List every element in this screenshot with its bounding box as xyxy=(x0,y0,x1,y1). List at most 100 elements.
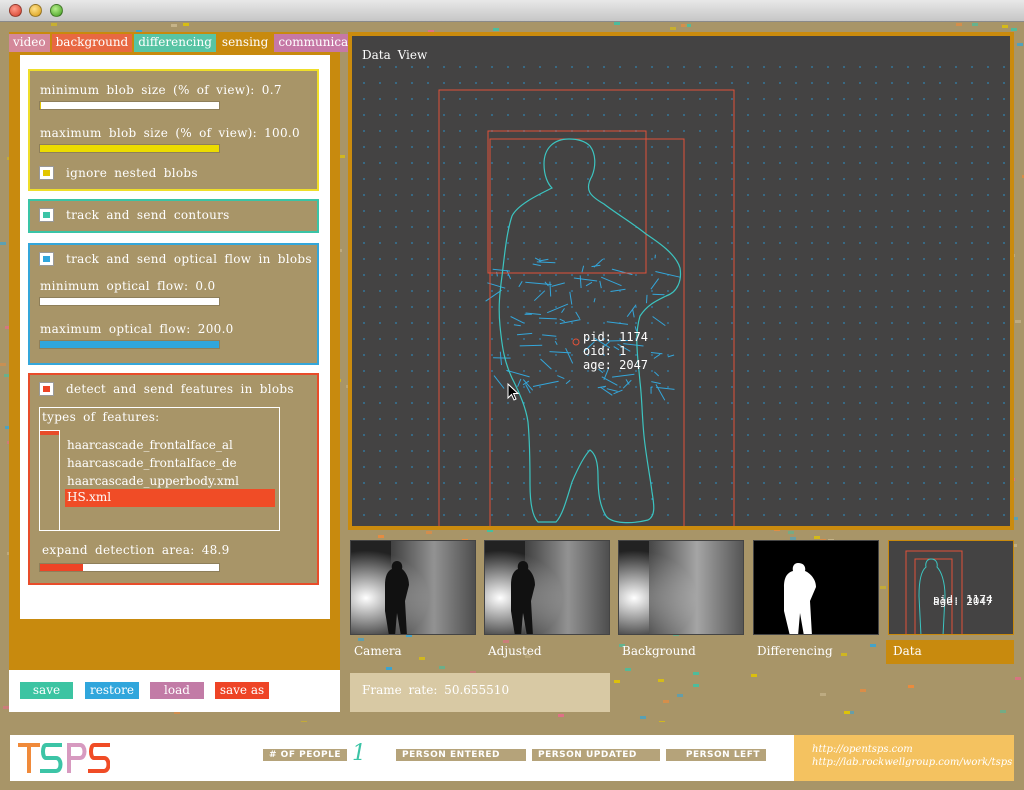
max-blob-size-slider[interactable] xyxy=(39,144,220,153)
flow-vector xyxy=(651,381,661,385)
pattern-dash xyxy=(956,23,962,26)
max-optical-flow-label: maximum optical flow: 200.0 xyxy=(40,322,234,336)
save-button[interactable]: save xyxy=(20,682,73,699)
save-as-button[interactable]: save as xyxy=(215,682,269,699)
tab-video[interactable]: video xyxy=(9,34,50,52)
expand-detection-slider[interactable] xyxy=(39,563,220,572)
window-titlebar xyxy=(0,0,1024,22)
flow-vector xyxy=(516,332,533,336)
pattern-dash xyxy=(1011,28,1017,31)
zoom-window-button[interactable] xyxy=(50,4,63,17)
flow-vector xyxy=(569,291,573,305)
flow-vector xyxy=(513,324,521,327)
footer: # OF PEOPLE 1 PERSON ENTERED PERSON UPDA… xyxy=(0,722,1024,790)
pattern-dash xyxy=(493,28,499,31)
data-view-panel: Data View pid: 1174 oid: 1 age: 2047 xyxy=(348,32,1014,530)
min-optical-flow-slider[interactable] xyxy=(39,297,220,306)
flow-vector xyxy=(600,386,613,396)
flow-vector xyxy=(650,352,663,355)
pattern-dash xyxy=(972,23,978,26)
rockwellgroup-link[interactable]: http://lab.rockwellgroup.com/work/tsps xyxy=(812,757,1012,768)
min-blob-size-label: minimum blob size (% of view): 0.7 xyxy=(40,83,282,97)
svg-text:age: 2047: age: 2047 xyxy=(933,595,993,608)
flow-vector xyxy=(559,318,566,323)
tsps-logo xyxy=(18,743,110,773)
person-info-label: pid: 1174 oid: 1 age: 2047 xyxy=(583,330,648,372)
differencing-thumbnail[interactable] xyxy=(753,540,879,635)
links-box: http://opentsps.com http://lab.rockwellg… xyxy=(794,735,1014,781)
data-view-canvas[interactable]: Data View pid: 1174 oid: 1 age: 2047 xyxy=(352,36,1010,526)
camera-label: Camera xyxy=(354,644,402,658)
data-thumbnail[interactable]: pid: 1174 age: 2047 xyxy=(888,540,1014,635)
settings-tabs: video background differencing sensing co… xyxy=(9,34,376,52)
pattern-dash xyxy=(1000,710,1006,713)
expand-detection-label: expand detection area: 48.9 xyxy=(42,543,230,557)
tab-sensing[interactable]: sensing xyxy=(217,34,273,52)
detect-features-checkbox[interactable] xyxy=(39,382,54,396)
flow-vector xyxy=(499,351,502,366)
feature-list-scrollbar[interactable] xyxy=(40,430,60,530)
flow-vector xyxy=(599,280,602,289)
adjusted-thumbnail[interactable] xyxy=(484,540,610,635)
flow-vector xyxy=(626,304,637,317)
background-label: Background xyxy=(622,644,696,658)
pattern-dash xyxy=(841,653,847,656)
track-contours-label: track and send contours xyxy=(66,208,230,222)
slider-fill xyxy=(40,341,219,348)
pattern-dash xyxy=(503,640,509,643)
camera-thumbnail[interactable] xyxy=(350,540,476,635)
background-thumbnail[interactable] xyxy=(618,540,744,635)
pattern-dash xyxy=(439,666,445,669)
track-optical-flow-label: track and send optical flow in blobs xyxy=(66,252,312,266)
frame-rate-box: Frame rate: 50.655510 xyxy=(350,673,610,712)
load-button[interactable]: load xyxy=(150,682,204,699)
pattern-dash xyxy=(426,531,432,534)
flow-vector xyxy=(593,298,596,303)
flow-vector xyxy=(612,373,635,378)
minimize-window-button[interactable] xyxy=(29,4,42,17)
tab-background[interactable]: background xyxy=(51,34,133,52)
restore-button[interactable]: restore xyxy=(85,682,139,699)
opentsps-link[interactable]: http://opentsps.com xyxy=(812,744,913,755)
features-group: detect and send features in blobs types … xyxy=(28,373,319,585)
flow-vector xyxy=(579,275,582,289)
pattern-dash xyxy=(788,531,794,534)
pattern-dash xyxy=(693,672,699,675)
ignore-nested-checkbox[interactable] xyxy=(39,166,54,180)
data-view-graphics xyxy=(363,66,1005,526)
pattern-dash xyxy=(1015,320,1021,323)
scrollbar-thumb[interactable] xyxy=(40,431,59,435)
flow-vector xyxy=(554,340,558,346)
flow-vector xyxy=(601,276,622,287)
flow-vector xyxy=(525,281,552,286)
pattern-dash xyxy=(171,24,177,27)
pattern-dash xyxy=(870,644,876,647)
flow-vector xyxy=(551,282,565,287)
pattern-dash xyxy=(614,680,620,683)
tab-differencing[interactable]: differencing xyxy=(134,34,216,52)
feature-types-list[interactable]: types of features: haarcascade_frontalfa… xyxy=(39,407,280,531)
flow-vector xyxy=(601,376,618,386)
track-optical-flow-checkbox[interactable] xyxy=(39,252,54,266)
feature-item-selected[interactable]: HS.xml xyxy=(65,489,275,507)
max-optical-flow-slider[interactable] xyxy=(39,340,220,349)
flow-vector xyxy=(611,268,633,276)
checkbox-mark xyxy=(43,212,50,218)
feature-item[interactable]: haarcascade_frontalface_de xyxy=(65,455,275,473)
feature-item[interactable]: haarcascade_frontalface_al xyxy=(65,437,275,455)
track-contours-checkbox[interactable] xyxy=(39,208,54,222)
frame-rate-text: Frame rate: 50.655510 xyxy=(362,683,510,697)
blob-bounding-box xyxy=(438,89,735,526)
ignore-nested-label: ignore nested blobs xyxy=(66,166,198,180)
pattern-dash xyxy=(51,23,57,26)
person-age: age: 2047 xyxy=(583,358,649,372)
min-blob-size-slider[interactable] xyxy=(39,101,220,110)
pattern-dash xyxy=(751,674,757,677)
blob-size-group: minimum blob size (% of view): 0.7 maxim… xyxy=(28,69,319,191)
close-window-button[interactable] xyxy=(9,4,22,17)
flow-vector xyxy=(585,281,593,287)
people-count-tag: # OF PEOPLE xyxy=(263,749,347,761)
pattern-dash xyxy=(663,700,669,703)
flow-vector xyxy=(632,309,635,318)
checkbox-mark xyxy=(43,256,50,262)
